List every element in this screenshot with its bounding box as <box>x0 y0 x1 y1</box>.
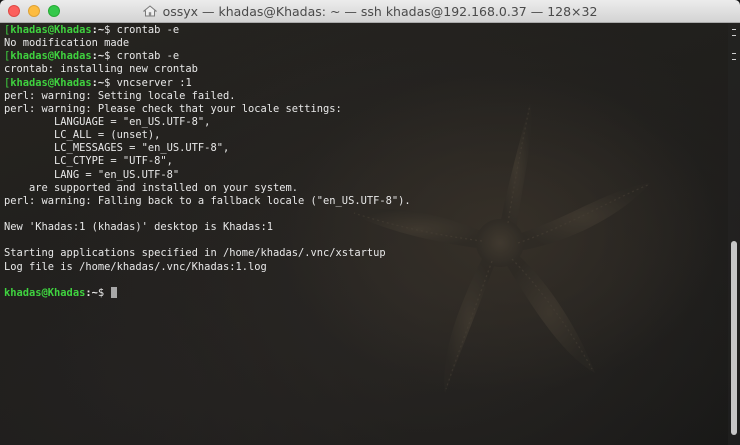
text-cursor[interactable] <box>111 286 118 298</box>
terminal-output: [khadas@Khadas:~$ crontab -e No modificat… <box>4 24 726 300</box>
title-bar[interactable]: ossyx — khadas@Khadas: ~ — ssh khadas@19… <box>0 0 740 23</box>
vertical-scrollbar[interactable] <box>728 23 740 445</box>
output-line: perl: warning: Please check that your lo… <box>4 102 342 115</box>
output-line: crontab: installing new crontab <box>4 63 198 76</box>
output-line: perl: warning: Setting locale failed. <box>4 89 236 102</box>
prompt-path: :~ <box>91 76 105 89</box>
output-line: Starting applications specified in /home… <box>4 247 386 260</box>
command-text: crontab -e <box>110 24 180 36</box>
prompt-line: khadas@Khadas:~$ <box>4 286 726 300</box>
scroll-marker <box>732 35 736 36</box>
output-line: are supported and installed on your syst… <box>4 181 299 194</box>
prompt-user: khadas@Khadas <box>4 286 86 299</box>
command-text <box>104 287 110 299</box>
output-line: LC_MESSAGES = "en_US.UTF-8", <box>4 142 230 155</box>
output-line: New 'Khadas:1 (khadas)' desktop is Khada… <box>4 221 273 234</box>
output-line: Log file is /home/khadas/.vnc/Khadas:1.l… <box>4 260 267 273</box>
output-line: LANGUAGE = "en_US.UTF-8", <box>4 115 211 128</box>
terminal-view[interactable]: [khadas@Khadas:~$ crontab -e No modificat… <box>0 23 740 445</box>
scroll-marker <box>732 53 736 54</box>
output-line: LANG = "en_US.UTF-8" <box>4 168 180 181</box>
prompt-line: [khadas@Khadas:~$ vncserver :1 <box>4 77 726 90</box>
prompt-path: :~ <box>91 24 105 36</box>
output-line: No modification made <box>4 37 130 50</box>
command-text: crontab -e <box>110 50 180 63</box>
command-text: vncserver :1 <box>110 76 192 89</box>
scroll-marker <box>732 29 736 30</box>
scroll-marker <box>732 59 736 60</box>
prompt-user: khadas@Khadas <box>10 50 92 63</box>
prompt-path: :~ <box>91 50 105 63</box>
scrollbar-thumb[interactable] <box>731 241 737 435</box>
output-line: LC_ALL = (unset), <box>4 129 161 142</box>
prompt-path: :~ <box>85 286 98 299</box>
output-line: perl: warning: Falling back to a fallbac… <box>4 194 411 207</box>
prompt-user: khadas@Khadas <box>10 76 92 89</box>
terminal-window: ossyx — khadas@Khadas: ~ — ssh khadas@19… <box>0 0 740 445</box>
output-line: LC_CTYPE = "UTF-8", <box>4 155 173 168</box>
home-folder-icon <box>142 5 157 17</box>
window-title: ossyx — khadas@Khadas: ~ — ssh khadas@19… <box>162 3 598 19</box>
prompt-line: [khadas@Khadas:~$ crontab -e <box>4 50 726 63</box>
window-title-group: ossyx — khadas@Khadas: ~ — ssh khadas@19… <box>0 0 740 22</box>
prompt-line: [khadas@Khadas:~$ crontab -e <box>4 24 726 37</box>
prompt-user: khadas@Khadas <box>10 24 92 36</box>
